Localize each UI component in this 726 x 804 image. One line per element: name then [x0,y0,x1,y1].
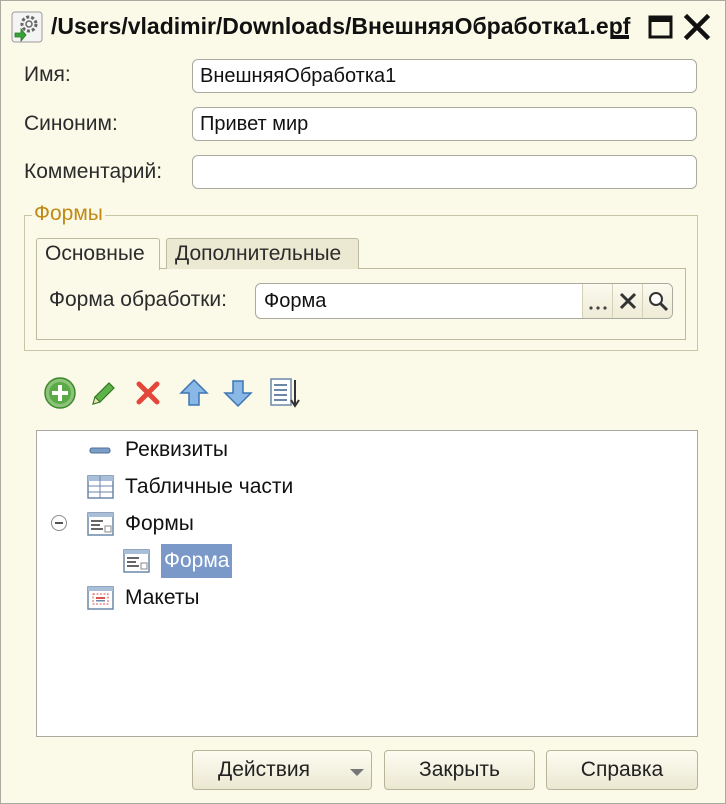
maximize-icon[interactable] [647,13,675,41]
comment-input[interactable] [192,155,697,189]
open-button[interactable] [642,284,672,318]
clear-x-icon [619,292,637,310]
delete-button[interactable] [131,376,165,410]
add-button[interactable] [43,376,77,410]
collapse-icon[interactable] [50,514,68,532]
add-icon [44,377,76,409]
help-button[interactable]: Справка [546,750,698,790]
move-down-button[interactable] [221,376,255,410]
tab-additional[interactable]: Дополнительные [166,238,359,269]
synonym-label: Синоним: [24,112,118,135]
processing-form-label: Форма обработки: [49,288,227,311]
move-down-icon [223,380,253,408]
chevron-down-icon [350,769,364,776]
name-input[interactable]: ВнешняяОбработка1 [192,59,697,93]
edit-button[interactable] [87,376,121,410]
forms-group-title: Формы [32,202,105,226]
attributes-icon [89,447,111,454]
move-up-button[interactable] [177,376,211,410]
tab-main[interactable]: Основные [36,238,160,270]
edit-icon [92,382,115,405]
processing-form-value: Форма [264,290,327,312]
clear-button[interactable] [612,284,642,318]
close-icon[interactable] [683,13,711,41]
magnifier-icon [649,292,669,312]
delete-icon [136,381,160,405]
title-bar: /Users/vladimir/Downloads/ВнешняяОбработ… [1,1,725,51]
actions-button[interactable]: Действия [192,750,372,790]
form-icon [123,549,150,573]
choose-button[interactable] [582,284,612,318]
close-button[interactable]: Закрыть [384,750,535,790]
table-parts-icon [87,475,114,499]
metadata-tree[interactable]: Реквизиты Табличные части Формы Форма Ма… [36,430,698,737]
templates-icon [87,586,114,610]
ellipsis-icon [589,306,607,310]
processing-form-field[interactable]: Форма [255,283,673,319]
dialog-window: /Users/vladimir/Downloads/ВнешняяОбработ… [0,0,726,804]
window-title: /Users/vladimir/Downloads/ВнешняяОбработ… [51,13,631,39]
actions-button-label: Действия [218,758,311,781]
forms-icon [87,512,114,536]
synonym-input[interactable]: Привет мир [192,107,697,141]
minimize-icon[interactable] [609,13,637,41]
gear-icon [11,11,43,43]
sort-list-icon [270,378,300,408]
move-up-icon [179,378,209,406]
name-label: Имя: [24,63,71,86]
comment-label: Комментарий: [24,160,163,183]
sort-button[interactable] [267,376,301,410]
